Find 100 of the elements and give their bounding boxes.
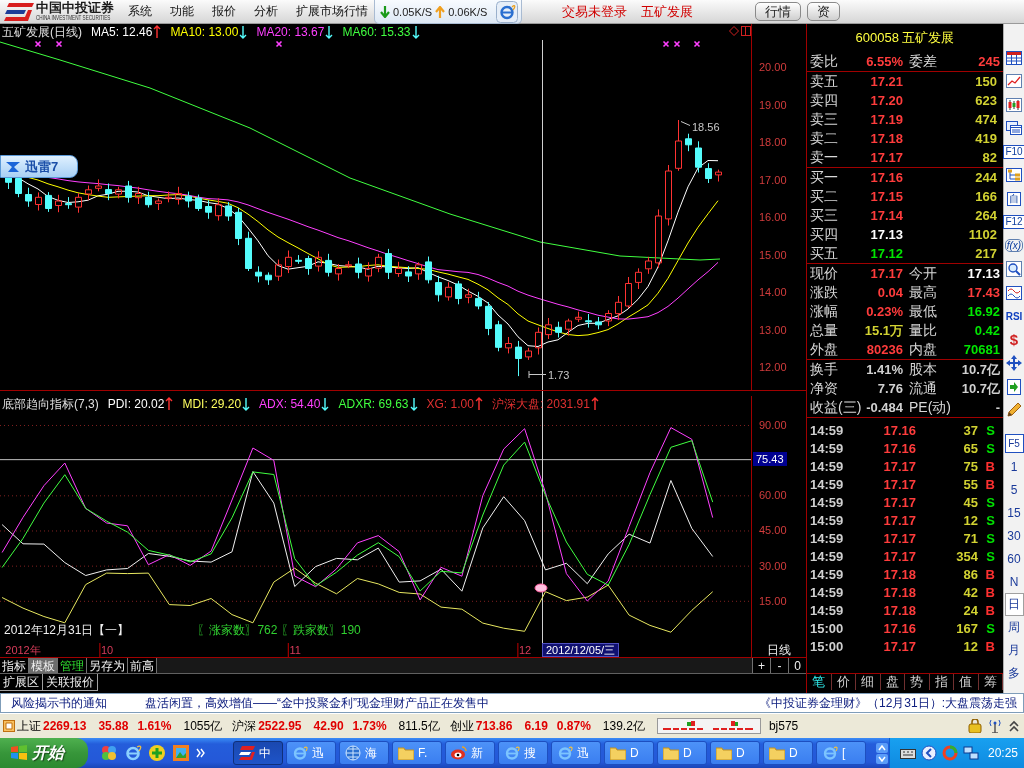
- period-button[interactable]: 月: [1004, 639, 1024, 662]
- folder-icon: [398, 746, 414, 760]
- search-icon[interactable]: [1006, 261, 1022, 278]
- browser-icon[interactable]: [124, 744, 142, 762]
- period-button[interactable]: 日: [1004, 593, 1024, 616]
- chart-tab[interactable]: 管理: [58, 658, 87, 673]
- period-button[interactable]: 周: [1004, 616, 1024, 639]
- double-up-arrow-icon[interactable]: [1008, 719, 1020, 733]
- indicator-title: 底部趋向指标(7,3): [2, 397, 99, 411]
- order-level-label: 卖四: [810, 91, 839, 110]
- lock-icon[interactable]: [968, 719, 982, 733]
- network-icon[interactable]: [962, 745, 979, 761]
- news-link[interactable]: 风险揭示书的通知: [11, 694, 107, 712]
- candlestick-icon[interactable]: [1006, 97, 1022, 112]
- trade-side: S: [985, 548, 995, 564]
- trade-side: B: [984, 476, 995, 492]
- tool-button[interactable]: F10: [1003, 144, 1024, 159]
- antenna-icon[interactable]: [988, 719, 1002, 733]
- news-link[interactable]: 《中投证券金理财》（12月31日）:大盘震荡走强: [758, 694, 1017, 712]
- period-button[interactable]: 5: [1004, 478, 1024, 501]
- browser-icon: [504, 745, 520, 761]
- plus-icon[interactable]: [148, 744, 166, 762]
- period-label: 日线: [767, 641, 791, 659]
- toolbar-button[interactable]: 行情: [755, 2, 801, 21]
- trade-time: 14:59: [810, 602, 845, 618]
- floating-badge[interactable]: 迅雷7: [0, 155, 78, 178]
- chart-tab[interactable]: 指标: [0, 658, 29, 673]
- menu-item[interactable]: 系统: [128, 3, 152, 20]
- order-volume: 623: [974, 93, 997, 108]
- split-panel-icon[interactable]: [741, 26, 751, 36]
- trade-volume: 354: [955, 548, 978, 564]
- keyboard-icon[interactable]: [899, 747, 916, 759]
- folder-icon: [716, 746, 732, 760]
- order-level-label: 买五: [810, 244, 839, 263]
- eye-blob-icon: [451, 746, 467, 760]
- chart-tab[interactable]: 前高: [128, 658, 157, 673]
- axis-label: 20.00: [759, 60, 787, 74]
- index-percent: 1.61%: [137, 718, 172, 733]
- area-tab[interactable]: 扩展区: [0, 674, 43, 691]
- zoom-button[interactable]: 0: [788, 658, 806, 673]
- field-value: 70681: [963, 342, 1000, 357]
- period-button[interactable]: 多: [1004, 662, 1024, 685]
- period-button[interactable]: 60: [1004, 547, 1024, 570]
- news-link[interactable]: 盘活闲置，高效增值——“金中投聚金利”现金理财产品正在发售中: [145, 694, 489, 712]
- tool-button[interactable]: $: [1009, 331, 1019, 348]
- field-value: 7.76: [877, 381, 903, 396]
- up-caret-icon[interactable]: [876, 742, 888, 753]
- trade-time: 15:00: [810, 638, 845, 654]
- period-button[interactable]: 30: [1004, 524, 1024, 547]
- table-icon[interactable]: [1006, 50, 1022, 65]
- enter-arrow-icon[interactable]: [1007, 378, 1021, 395]
- start-button[interactable]: 开始: [0, 738, 88, 768]
- line-chart-icon[interactable]: [1006, 74, 1022, 89]
- zoom-button[interactable]: -: [770, 658, 788, 673]
- folder-icon: [663, 746, 679, 760]
- pencil-icon[interactable]: [1006, 402, 1022, 419]
- area-tab[interactable]: 关联报价: [43, 674, 98, 691]
- axis-label: 13.00: [759, 322, 787, 337]
- period-button[interactable]: F5: [1004, 434, 1024, 453]
- advance-decline-text: 〖涨家数〗762 〖跌家数〗190: [197, 623, 361, 637]
- indicator-value: PDI: 20.02: [107, 397, 165, 411]
- menu-item[interactable]: 功能: [170, 3, 194, 20]
- stacked-windows-icon[interactable]: [1006, 121, 1022, 136]
- trade-price: 17.18: [882, 566, 916, 582]
- chevron-icon[interactable]: [196, 748, 206, 758]
- field-value: 17.13: [967, 266, 1000, 281]
- menu-item[interactable]: 报价: [212, 3, 236, 20]
- browser-icon[interactable]: [496, 0, 518, 23]
- framed-square-icon[interactable]: [3, 720, 15, 732]
- trade-price: 17.16: [882, 620, 916, 636]
- toolbar-button[interactable]: 资: [807, 2, 840, 21]
- trade-volume: 12: [962, 638, 978, 654]
- menu-item[interactable]: 分析: [254, 3, 278, 20]
- flower-icon[interactable]: [100, 744, 118, 762]
- picture-icon[interactable]: [172, 744, 190, 762]
- period-button[interactable]: N: [1004, 570, 1024, 593]
- down-caret-icon[interactable]: [876, 753, 888, 764]
- period-button[interactable]: 1: [1004, 455, 1024, 478]
- field-value: 17.17: [870, 266, 903, 281]
- order-volume: 217: [974, 246, 997, 261]
- folder-icon: [769, 746, 785, 760]
- four-way-arrows-icon[interactable]: [1006, 355, 1022, 372]
- chart-tab[interactable]: 另存为: [87, 658, 128, 673]
- tool-button[interactable]: RSI: [1005, 310, 1023, 322]
- tool-button[interactable]: f(x): [1004, 239, 1024, 253]
- order-volume: 264: [974, 208, 997, 223]
- browser-icon: [822, 745, 838, 761]
- taskbar-button[interactable]: 中: [233, 741, 283, 765]
- chart-tab[interactable]: 模板: [29, 658, 58, 673]
- period-button[interactable]: 15: [1004, 501, 1024, 524]
- trade-volume: 65: [962, 440, 978, 456]
- zoom-button[interactable]: +: [752, 658, 770, 673]
- trade-price: 17.17: [882, 476, 916, 492]
- tree-icon[interactable]: [1006, 168, 1022, 183]
- tool-button[interactable]: F12: [1003, 215, 1024, 230]
- wave-chart-icon[interactable]: [1006, 285, 1022, 300]
- menu-item[interactable]: 扩展市场行情: [296, 3, 368, 20]
- field-label: 现价: [810, 264, 838, 283]
- tool-button[interactable]: 自: [1007, 191, 1021, 206]
- download-speed: 0.05K/S: [393, 5, 433, 18]
